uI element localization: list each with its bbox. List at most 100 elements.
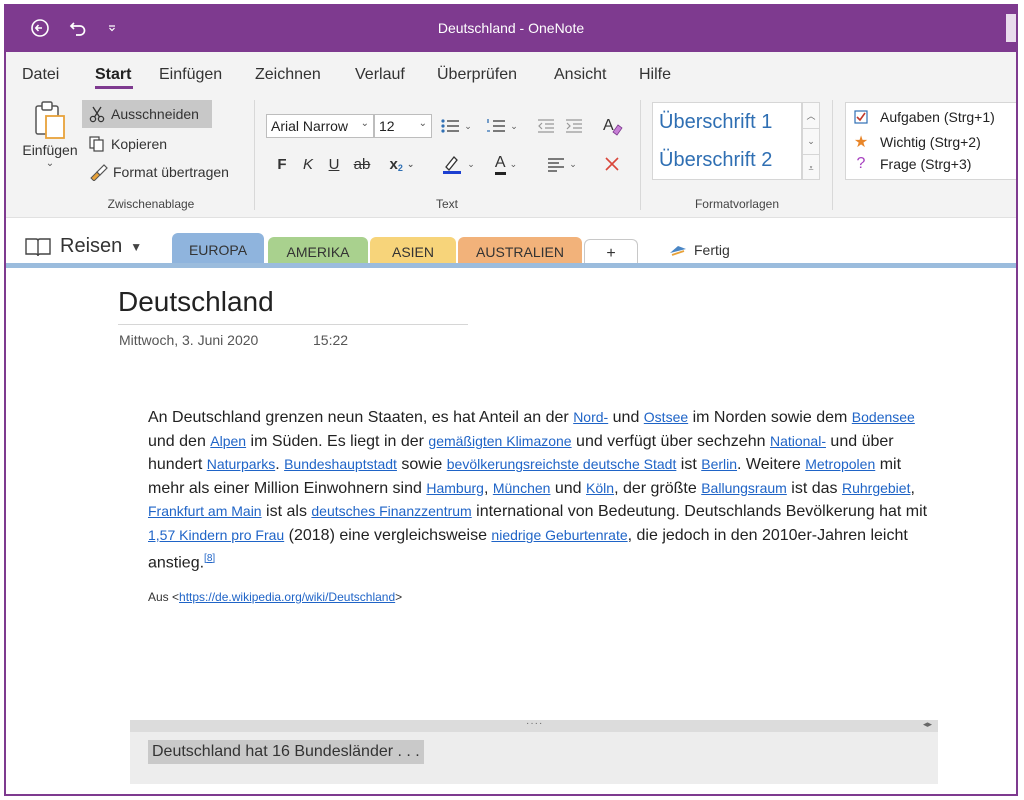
- tag-question[interactable]: ? Frage (Strg+3): [852, 155, 972, 173]
- tag-important[interactable]: ★ Wichtig (Strg+2): [852, 132, 981, 152]
- delete-button[interactable]: [600, 152, 624, 176]
- chevron-down-icon: ⌄: [509, 158, 518, 169]
- gallery-down-button[interactable]: ⌄: [803, 129, 819, 155]
- tag-todo[interactable]: Aufgaben (Strg+1): [852, 109, 995, 125]
- note-body-text[interactable]: An Deutschland grenzen neun Staaten, es …: [148, 406, 930, 574]
- alignment-button[interactable]: ⌄: [542, 152, 582, 176]
- chevron-down-icon: ⌄: [406, 158, 415, 169]
- tab-datei[interactable]: Datei: [22, 66, 59, 84]
- link-klimazone[interactable]: gemäßigten Klimazone: [428, 433, 571, 449]
- section-tab-europa[interactable]: EUROPA: [172, 233, 264, 267]
- note-container-handle[interactable]: ···· ◂▸: [130, 718, 938, 732]
- chevron-down-icon: ⌄: [464, 120, 472, 131]
- link-bundeshauptstadt[interactable]: Bundeshauptstadt: [284, 456, 397, 472]
- underline-button[interactable]: U: [324, 152, 344, 176]
- tab-zeichnen[interactable]: Zeichnen: [255, 66, 321, 84]
- subscript-button[interactable]: x2 ⌄: [382, 152, 422, 176]
- note-container[interactable]: Deutschland hat 16 Bundesländer . . .: [130, 732, 938, 784]
- resize-arrows-icon[interactable]: ◂▸: [923, 719, 932, 730]
- font-color-button[interactable]: A ⌄: [486, 150, 526, 178]
- link-ballungsraum[interactable]: Ballungsraum: [701, 480, 787, 496]
- highlighter-icon: [443, 156, 462, 174]
- link-nord[interactable]: Nord-: [573, 409, 608, 425]
- link-koeln[interactable]: Köln: [586, 480, 614, 496]
- clipboard-group-label: Zwischenablage: [107, 197, 195, 211]
- link-bodensee[interactable]: Bodensee: [852, 409, 915, 425]
- checkbox-icon: [852, 110, 870, 124]
- styles-gallery-scroll: ︿ ⌄ ⩡: [802, 102, 820, 180]
- font-size-value: 12: [379, 118, 395, 134]
- styles-gallery: Überschrift 1 Überschrift 2: [652, 102, 802, 180]
- source-link[interactable]: https://de.wikipedia.org/wiki/Deutschlan…: [179, 590, 395, 604]
- numbered-list-icon: [487, 119, 506, 132]
- source-suffix: >: [395, 590, 403, 604]
- link-ostsee[interactable]: Ostsee: [644, 409, 688, 425]
- notebook-icon: [25, 237, 51, 256]
- clear-formatting-button[interactable]: A: [598, 112, 626, 138]
- selected-note-text[interactable]: Deutschland hat 16 Bundesländer . . .: [148, 740, 424, 764]
- link-naturparks[interactable]: Naturparks: [207, 456, 275, 472]
- format-painter-button[interactable]: Format übertragen: [84, 160, 244, 184]
- chevron-down-icon: ⌄: [418, 118, 427, 129]
- tab-einfuegen[interactable]: Einfügen: [159, 66, 222, 84]
- style-heading-2[interactable]: Überschrift 2: [659, 149, 772, 172]
- source-line: Aus <https://de.wikipedia.org/wiki/Deuts…: [148, 590, 402, 604]
- link-muenchen[interactable]: München: [493, 480, 551, 496]
- link-geburtenrate[interactable]: niedrige Geburtenrate: [491, 527, 627, 543]
- paste-button[interactable]: Einfügen ⌄: [18, 100, 82, 182]
- page-date: Mittwoch, 3. Juni 2020: [119, 332, 259, 348]
- link-finanzzentrum[interactable]: deutsches Finanzzentrum: [311, 503, 471, 519]
- link-berlin[interactable]: Berlin: [701, 456, 737, 472]
- active-tab-indicator: [95, 86, 133, 89]
- scissors-icon: [89, 106, 105, 123]
- font-family-value: Arial Narrow: [271, 118, 349, 134]
- onenote-window: Deutschland - OneNote Datei Start Einfüg…: [4, 4, 1018, 796]
- cut-button[interactable]: Ausschneiden: [82, 100, 212, 128]
- chevron-down-icon: ⌄: [807, 136, 815, 146]
- link-kinder-pro-frau[interactable]: 1,57 Kindern pro Frau: [148, 527, 284, 543]
- gallery-up-button[interactable]: ︿: [803, 103, 819, 129]
- svg-text:A: A: [603, 117, 614, 134]
- style-heading-1[interactable]: Überschrift 1: [659, 111, 772, 134]
- tab-verlauf[interactable]: Verlauf: [355, 66, 405, 84]
- increase-indent-button[interactable]: [562, 114, 586, 138]
- subscript-label: x: [389, 155, 398, 173]
- strikethrough-button[interactable]: ab: [350, 152, 374, 176]
- cloud-sync-icon: [670, 246, 686, 256]
- font-size-select[interactable]: 12 ⌄: [374, 114, 432, 138]
- decrease-indent-button[interactable]: [534, 114, 558, 138]
- link-hamburg[interactable]: Hamburg: [426, 480, 484, 496]
- tab-ansicht[interactable]: Ansicht: [554, 66, 606, 84]
- notebook-selector[interactable]: Reisen ▼: [24, 235, 142, 258]
- notebook-name: Reisen: [60, 235, 123, 257]
- group-separator: [640, 100, 641, 210]
- link-national[interactable]: National-: [770, 433, 826, 449]
- bold-button[interactable]: F: [272, 152, 292, 176]
- link-metropolen[interactable]: Metropolen: [805, 456, 875, 472]
- sync-status: Fertig: [668, 242, 730, 258]
- italic-button[interactable]: K: [298, 152, 318, 176]
- chevron-up-icon: ︿: [806, 111, 816, 121]
- bullets-button[interactable]: ⌄: [436, 114, 476, 138]
- copy-button[interactable]: Kopieren: [84, 132, 214, 156]
- tab-ueberpruefen[interactable]: Überprüfen: [437, 66, 517, 84]
- page-title[interactable]: Deutschland: [118, 286, 274, 318]
- numbering-button[interactable]: ⌄: [482, 114, 522, 138]
- tab-hilfe[interactable]: Hilfe: [639, 66, 671, 84]
- link-alpen[interactable]: Alpen: [210, 433, 246, 449]
- caret-down-icon: ▼: [130, 239, 143, 254]
- text-group-label: Text: [435, 197, 458, 211]
- tab-start[interactable]: Start: [95, 66, 131, 84]
- link-frankfurt[interactable]: Frankfurt am Main: [148, 503, 262, 519]
- link-ruhrgebiet[interactable]: Ruhrgebiet: [842, 480, 911, 496]
- gallery-more-button[interactable]: ⩡: [803, 155, 819, 181]
- link-bevoelkerungsreichste-stadt[interactable]: bevölkerungsreichste deutsche Stadt: [447, 456, 677, 472]
- font-family-select[interactable]: Arial Narrow ⌄: [266, 114, 374, 138]
- highlight-button[interactable]: ⌄: [436, 150, 480, 178]
- page-time: 15:22: [313, 332, 349, 348]
- font-color-label: A: [494, 154, 506, 175]
- drag-grip-icon[interactable]: ····: [526, 718, 543, 729]
- tag-question-label: Frage (Strg+3): [880, 156, 972, 172]
- source-prefix: Aus <: [148, 590, 180, 604]
- footnote-8[interactable]: [8]: [204, 553, 215, 564]
